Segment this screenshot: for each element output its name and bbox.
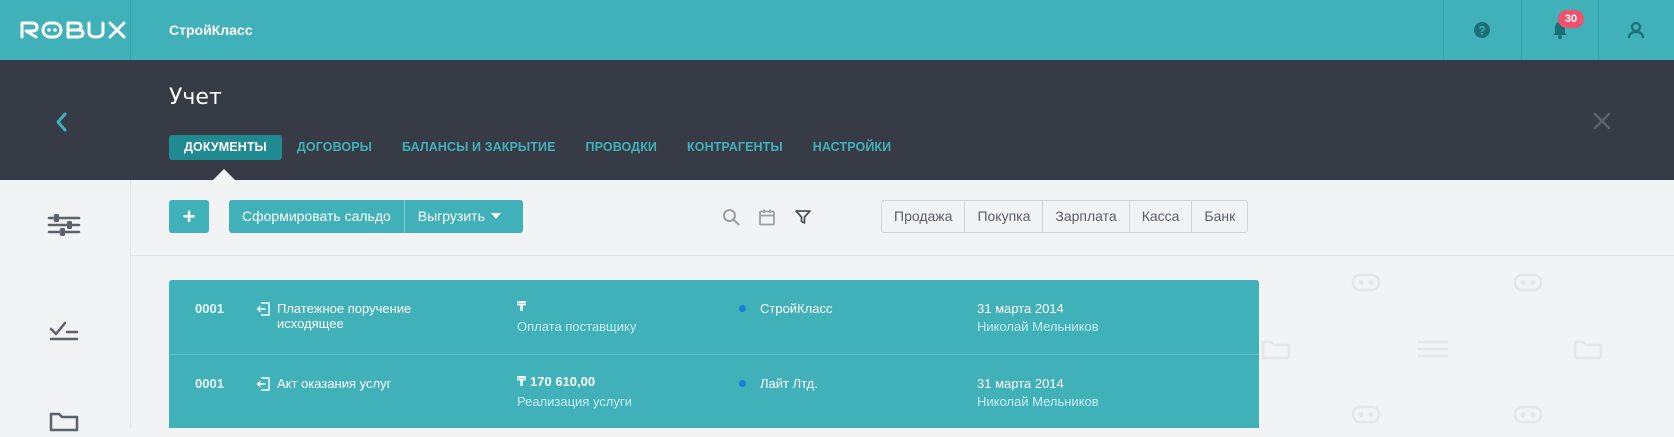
filter-button[interactable] — [794, 208, 812, 226]
document-purpose: Реализация услуги — [517, 394, 632, 409]
document-date: 31 марта 2014 — [977, 301, 1064, 316]
document-list: 0001 Платежное поручение исходящее ₸ Опл… — [169, 280, 1259, 428]
form-balance-button[interactable]: Сформировать сальдо — [229, 200, 404, 233]
rail-folder-button[interactable] — [47, 408, 81, 432]
tab-postings[interactable]: ПРОВОДКИ — [571, 135, 672, 160]
chevron-left-icon — [56, 112, 67, 132]
folder-icon — [1573, 340, 1603, 360]
sliders-icon — [47, 214, 81, 236]
document-name: Платежное поручение исходящее — [277, 301, 412, 331]
add-document-button[interactable]: + — [169, 200, 209, 233]
svg-text:?: ? — [1478, 24, 1485, 38]
search-button[interactable] — [722, 208, 740, 226]
help-button[interactable]: ? — [1443, 0, 1521, 60]
profile-button[interactable] — [1598, 0, 1674, 60]
outgoing-document-icon — [256, 302, 270, 316]
checklist-icon — [49, 321, 79, 341]
notifications-badge: 30 — [1558, 10, 1584, 28]
calendar-icon — [759, 209, 775, 226]
counterparty: Лайт Лтд. — [760, 376, 818, 391]
document-name: Акт оказания услуг — [277, 376, 392, 391]
amount-value: 170 610,00 — [530, 374, 596, 389]
document-purpose: Оплата поставщику — [517, 319, 637, 334]
left-rail — [0, 180, 131, 432]
filter-icon — [795, 210, 811, 224]
currency-symbol: ₸ — [517, 299, 527, 314]
document-amount: ₸ — [517, 299, 530, 315]
tab-counterparties[interactable]: КОНТРАГЕНТЫ — [672, 135, 798, 160]
document-number: 0001 — [195, 301, 224, 316]
document-author: Николай Мельников — [977, 394, 1099, 409]
tab-contracts[interactable]: ДОГОВОРЫ — [282, 135, 387, 160]
document-amount: ₸ 170 610,00 — [517, 374, 595, 390]
export-dropdown-button[interactable]: Выгрузить — [405, 200, 514, 233]
status-dot — [739, 380, 746, 387]
robot-icon — [1351, 273, 1381, 292]
filter-bank[interactable]: Банк — [1192, 201, 1247, 232]
help-icon: ? — [1474, 22, 1490, 38]
active-tab-pointer — [213, 169, 235, 180]
document-type-filter: Продажа Покупка Зарплата Касса Банк — [881, 200, 1249, 233]
page-title: Учет — [169, 85, 222, 110]
robot-icon — [1513, 405, 1543, 424]
document-number: 0001 — [195, 376, 224, 391]
outgoing-document-icon — [256, 377, 270, 391]
folder-icon — [1261, 340, 1291, 360]
document-row[interactable]: 0001 Платежное поручение исходящее ₸ Опл… — [169, 280, 1259, 354]
section-tabs: ДОКУМЕНТЫ ДОГОВОРЫ БАЛАНСЫ И ЗАКРЫТИЕ ПР… — [169, 135, 906, 160]
caret-down-icon — [490, 213, 501, 219]
tab-balances-closing[interactable]: БАЛАНСЫ И ЗАКРЫТИЕ — [387, 135, 571, 160]
search-icon — [723, 209, 740, 226]
back-button[interactable] — [50, 110, 74, 134]
action-button-group: Сформировать сальдо Выгрузить — [229, 200, 523, 233]
folder-icon — [49, 412, 79, 432]
filter-sale[interactable]: Продажа — [882, 201, 966, 232]
rail-settings-button[interactable] — [47, 213, 81, 237]
filter-purchase[interactable]: Покупка — [965, 201, 1044, 232]
sliders-icon — [1418, 340, 1448, 358]
tab-settings[interactable]: НАСТРОЙКИ — [798, 135, 907, 160]
tab-documents[interactable]: ДОКУМЕНТЫ — [169, 135, 282, 160]
document-toolbar: + Сформировать сальдо Выгрузить Продажа … — [131, 180, 1674, 256]
document-date: 31 марта 2014 — [977, 376, 1064, 391]
top-bar: СтройКласс ? 30 — [0, 0, 1674, 60]
robot-icon — [1513, 273, 1543, 292]
document-author: Николай Мельников — [977, 319, 1099, 334]
filter-salary[interactable]: Зарплата — [1043, 201, 1130, 232]
company-name[interactable]: СтройКласс — [169, 0, 252, 60]
user-icon — [1627, 21, 1645, 39]
filter-cash[interactable]: Касса — [1130, 201, 1193, 232]
status-dot — [739, 305, 746, 312]
export-label: Выгрузить — [417, 208, 485, 224]
notifications-button[interactable] — [1521, 0, 1599, 60]
rail-tasks-button[interactable] — [47, 320, 81, 344]
calendar-button[interactable] — [758, 208, 776, 226]
currency-symbol: ₸ — [517, 374, 527, 389]
document-row[interactable]: 0001 Акт оказания услуг ₸ 170 610,00 Реал… — [169, 354, 1259, 429]
close-button[interactable] — [1590, 109, 1614, 133]
divider — [130, 0, 131, 60]
robux-logo[interactable] — [20, 19, 130, 41]
robot-icon — [1351, 405, 1381, 424]
counterparty: СтройКласс — [760, 301, 833, 316]
close-icon — [1593, 112, 1611, 130]
page-header — [0, 60, 1674, 180]
